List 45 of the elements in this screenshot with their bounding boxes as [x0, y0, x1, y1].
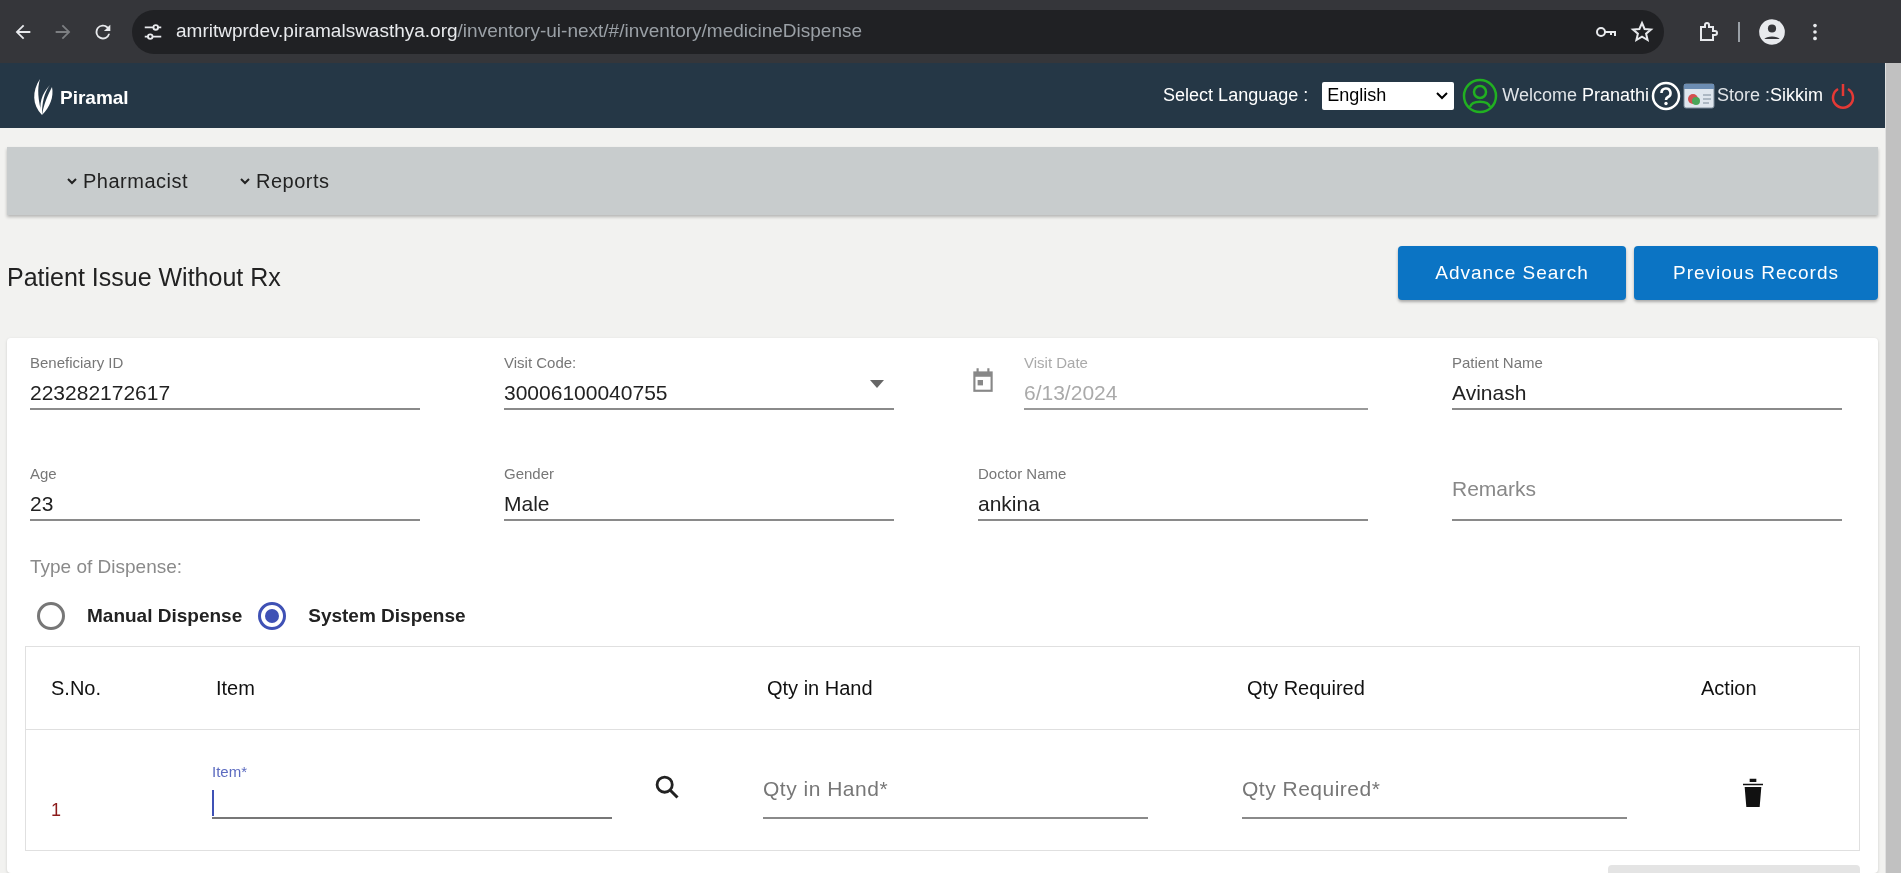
table-cell: 1 — [51, 799, 61, 820]
select-field[interactable]: Visit Code: 30006100040755 — [504, 352, 894, 410]
input-field[interactable]: Item* — [212, 761, 612, 819]
column-header: Qty Required — [1247, 677, 1365, 699]
input-field[interactable]: Age 23 — [30, 463, 420, 521]
action-button[interactable]: Advance Search — [1398, 246, 1626, 300]
medicine-window-icon[interactable] — [1682, 82, 1715, 109]
language-label: Select Language : — [1163, 84, 1309, 107]
radio-option[interactable]: Manual Dispense — [37, 601, 243, 630]
input-field: Visit Date 6/13/2024 — [1024, 352, 1368, 410]
radio-option[interactable]: System Dispense — [258, 601, 466, 630]
power-icon[interactable] — [1829, 81, 1857, 110]
welcome-text: Welcome — [1502, 84, 1577, 107]
menu-item[interactable]: Reports — [238, 166, 330, 196]
column-header: Item — [216, 677, 255, 699]
store-name: Sikkim — [1770, 84, 1823, 107]
input-field[interactable]: Doctor Name ankina — [978, 463, 1368, 521]
profile-icon[interactable] — [1758, 17, 1786, 46]
language-select[interactable]: English — [1322, 81, 1455, 110]
user-name: Pranathi — [1581, 84, 1649, 107]
store-label: Store : — [1716, 84, 1770, 107]
input-field[interactable]: Qty in Hand* — [763, 761, 1148, 819]
help-icon[interactable] — [1650, 80, 1681, 111]
url-text: amritwprdev.piramalswasthya.org/inventory-ui-next/#/inventory/medicineDispense — [176, 19, 864, 44]
address-bar[interactable]: amritwprdev.piramalswasthya.org/inventory-ui-next/#/inventory/medicineDispense — [132, 9, 1664, 54]
scrollbar[interactable] — [1885, 63, 1901, 873]
calendar-icon[interactable] — [970, 366, 996, 394]
user-avatar-icon[interactable] — [1462, 77, 1499, 114]
input-field[interactable]: Beneficiary ID 223282172617 — [30, 352, 420, 410]
menu-item[interactable]: Pharmacist — [65, 166, 189, 196]
delete-button[interactable] — [1741, 776, 1765, 807]
input-field[interactable]: Qty Required* — [1242, 761, 1627, 819]
search-icon[interactable] — [653, 773, 681, 801]
column-header: Action — [1701, 677, 1757, 699]
logo-text: Piramal — [60, 86, 129, 110]
column-header: Qty in Hand — [767, 677, 873, 699]
page-title: Patient Issue Without Rx — [7, 262, 281, 294]
dropdown-arrow-icon[interactable] — [870, 380, 884, 388]
column-header: S.No. — [51, 677, 102, 699]
input-field[interactable]: Patient Name Avinash — [1452, 352, 1842, 410]
section-label: Type of Dispense: — [29, 555, 184, 579]
input-field[interactable]: Remarks — [1452, 463, 1842, 521]
input-field[interactable]: Gender Male — [504, 463, 894, 521]
action-button[interactable]: Previous Records — [1634, 246, 1878, 300]
star-icon[interactable] — [1630, 19, 1654, 44]
